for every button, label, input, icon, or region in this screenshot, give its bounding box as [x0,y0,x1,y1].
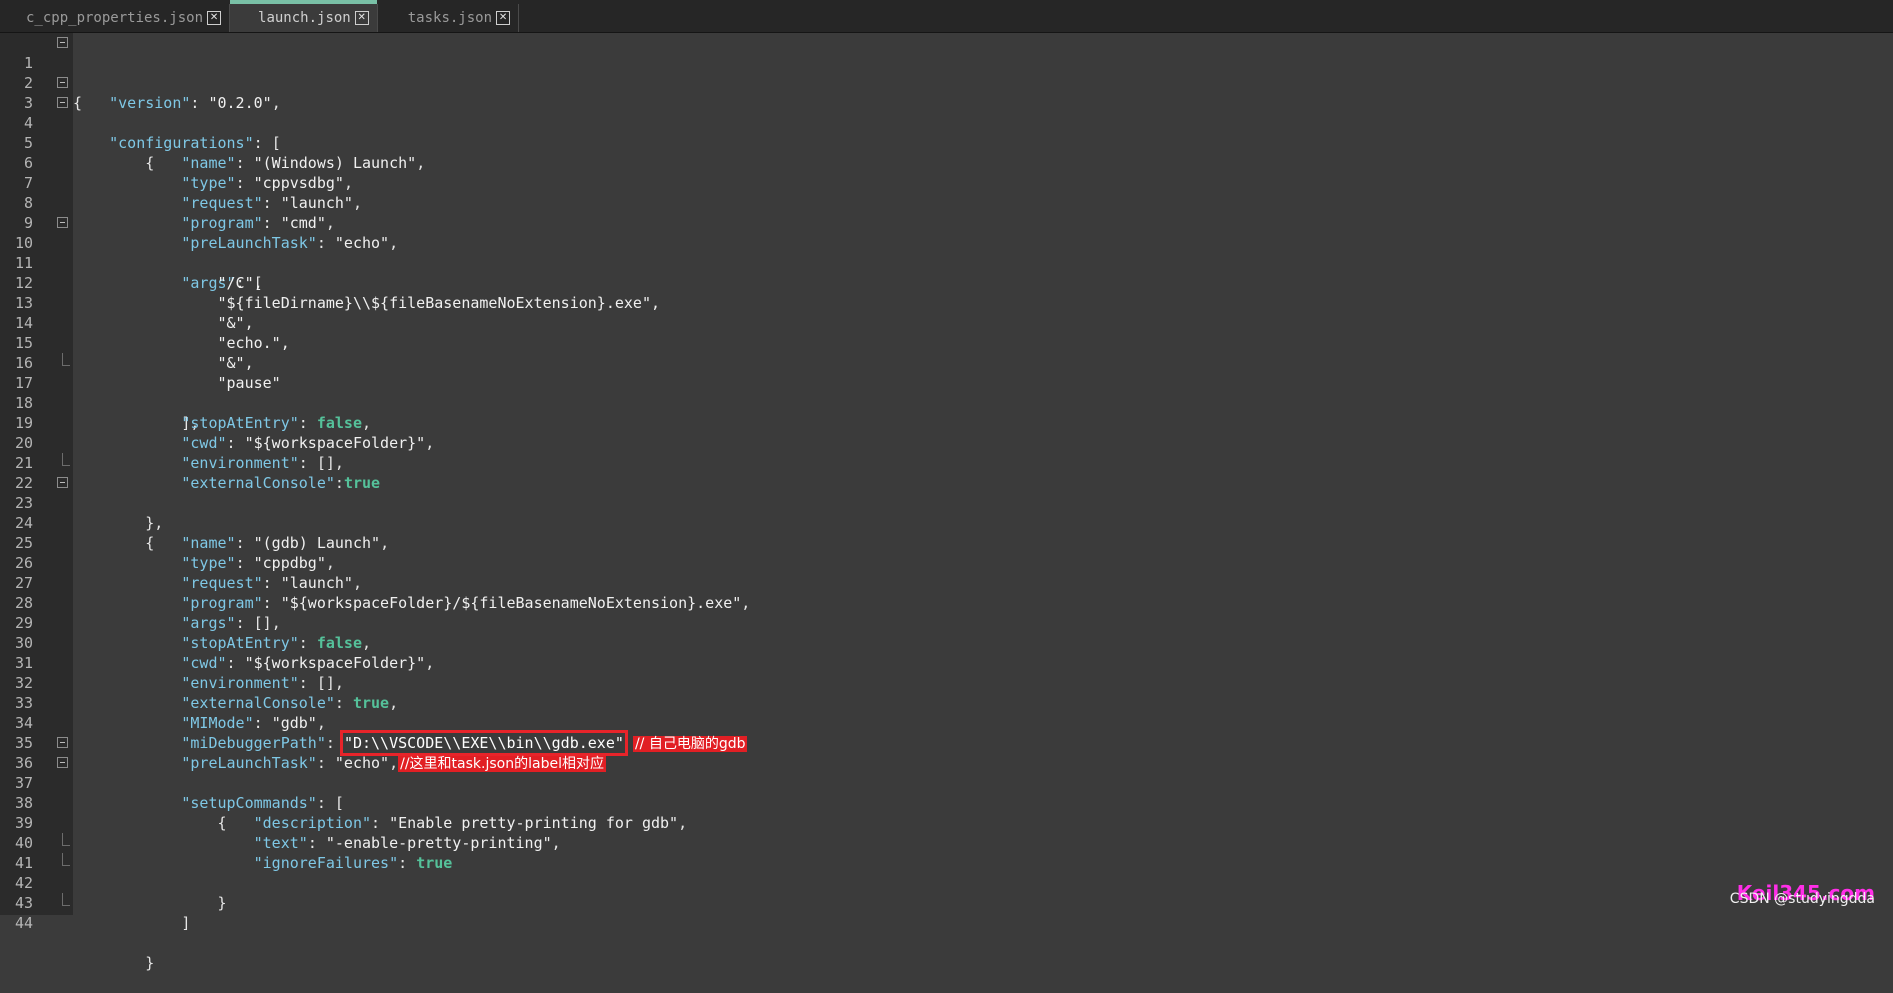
watermark-credit: CSDN @studyingdda [1729,891,1875,907]
line-number: 44 [14,914,33,932]
fold-end-marker [62,453,70,466]
code-line: 41 } [0,833,1893,912]
code-line: 26 "request": "launch", [0,533,1893,592]
tab-label: launch.json [258,10,351,26]
code-line: 6 "type": "cppvsdbg", [0,133,1893,192]
code-line: 14 "echo.", [0,293,1893,352]
code-line: 13 "&", [0,273,1893,332]
fold-toggle-icon[interactable] [57,97,68,108]
code-line: 31 "environment": [], [0,633,1893,692]
fold-toggle-icon[interactable] [57,737,68,748]
code-line: 34 "miDebuggerPath": "D:\\VSCODE\\EXE\\b… [0,693,1893,756]
code-line: 24 "name": "(gdb) Launch", [0,493,1893,552]
fold-end-marker [62,853,70,866]
code-line: 4 { [0,93,1893,172]
code-line: 20 "environment": [], [0,413,1893,472]
code-text: ] [181,914,191,932]
code-line: 22 }, [0,453,1893,532]
code-line: 33 "MIMode": "gdb", [0,673,1893,732]
code-text: } [145,954,155,972]
code-line: 1 { [0,33,1893,112]
tab-bar: c_cpp_properties.json ✕ launch.json ✕ ta… [0,0,1893,33]
code-line: 43 [0,873,1893,912]
close-icon[interactable]: ✕ [354,11,369,25]
code-line: 36 "setupCommands": [ [0,733,1893,812]
code-line: 10 "args": [ [0,213,1893,292]
code-line: 42 ] [0,853,1893,932]
code-line: 17 ], [0,353,1893,432]
code-line: 18 "stopAtEntry": false, [0,373,1893,432]
code-line: 15 "&", [0,313,1893,372]
code-line: 23 { [0,473,1893,552]
editor-text-area[interactable]: 1 { 2 "version": "0.2.0", 3 "configurati… [0,33,1893,972]
code-line: 9 "preLaunchTask": "echo", [0,193,1893,252]
tab-tasks[interactable]: tasks.json ✕ [378,4,520,32]
fold-toggle-icon[interactable] [57,477,68,488]
close-icon[interactable]: ✕ [496,11,511,25]
code-line: 39 "text": "-enable-pretty-printing", [0,793,1893,852]
fold-end-marker [62,893,70,906]
fold-toggle-icon[interactable] [57,77,68,88]
close-icon[interactable]: ✕ [207,11,222,25]
code-line: 30 "cwd": "${workspaceFolder}", [0,613,1893,672]
code-line: 25 "type": "cppdbg", [0,513,1893,572]
tab-label: c_cpp_properties.json [26,10,204,26]
code-line: 3 "configurations": [ [0,73,1893,152]
fold-toggle-icon[interactable] [57,217,68,228]
tab-label: tasks.json [407,10,493,26]
fold-end-marker [62,353,70,366]
tab-launch[interactable]: launch.json ✕ [230,0,378,32]
code-line: 16 "pause" [0,333,1893,392]
code-line: 27 "program": "${workspaceFolder}/${file… [0,553,1893,612]
fold-end-marker [62,833,70,846]
code-line: 32 "externalConsole": true, [0,653,1893,712]
code-line: 7 "request": "launch", [0,153,1893,212]
fold-toggle-icon[interactable] [57,37,68,48]
code-line: 44 } [0,893,1893,972]
code-line: 29 "stopAtEntry": false, [0,593,1893,652]
code-line: 28 "args": [], [0,573,1893,632]
code-line: 5 "name": "(Windows) Launch", [0,113,1893,172]
code-line: 38 "description": "Enable pretty-printin… [0,773,1893,832]
code-line: 37 { [0,753,1893,832]
code-line: 12 "${fileDirname}\\${fileBasenameNoExte… [0,253,1893,312]
fold-toggle-icon[interactable] [57,757,68,768]
tab-c-cpp-properties[interactable]: c_cpp_properties.json ✕ [0,4,231,32]
code-line: 40 "ignoreFailures": true [0,813,1893,872]
code-line: 35 "preLaunchTask": "echo",//这里和task.jso… [0,713,1893,772]
code-line: 19 "cwd": "${workspaceFolder}", [0,393,1893,452]
code-line: 2 "version": "0.2.0", [0,53,1893,112]
code-line: 11 "/C", [0,233,1893,292]
code-line: 8 "program": "cmd", [0,173,1893,232]
code-line: 21 "externalConsole":true [0,433,1893,492]
